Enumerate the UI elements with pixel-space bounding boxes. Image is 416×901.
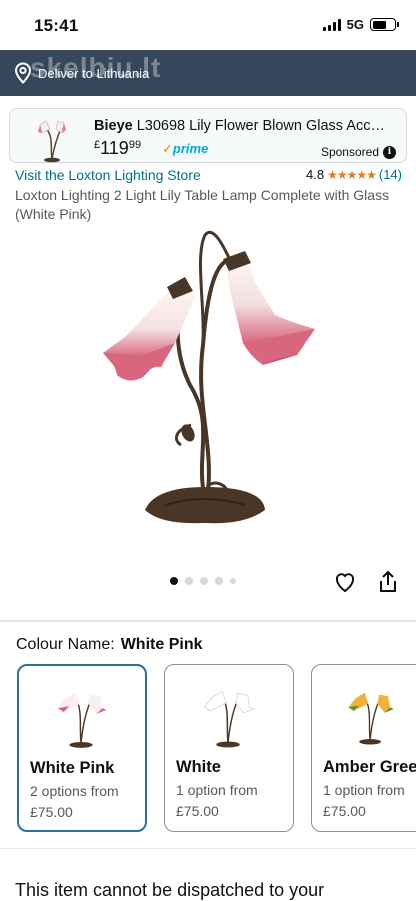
info-icon[interactable]: i: [383, 145, 396, 159]
swatch-lamp-image: [348, 692, 394, 745]
sponsored-text: Sponsored: [320, 145, 379, 159]
swatch-name: Amber Green: [323, 758, 416, 776]
carousel-dot[interactable]: [215, 577, 223, 585]
colour-label-text: Colour Name:: [16, 636, 115, 653]
colour-selected-value: White Pink: [120, 636, 203, 653]
sponsored-ad-card[interactable]: Bieye L30698 Lily Flower Blown Glass Acc…: [9, 108, 407, 163]
ad-title-text: L30698 Lily Flower Blown Glass Acc…: [132, 118, 385, 134]
location-pin-icon: [14, 62, 32, 84]
swatch-price: £75.00: [30, 804, 73, 820]
swatch-lamp-image: [57, 692, 107, 748]
ad-price-cents: 99: [128, 139, 142, 151]
star-rating-icon: ★★★★★: [327, 167, 377, 182]
ad-price: £11999: [94, 138, 141, 159]
product-title: Loxton Lighting 2 Light Lily Table Lamp …: [15, 187, 390, 222]
swatch-price: £75.00: [323, 803, 366, 819]
dispatch-notice: This item cannot be dispatched to your: [15, 880, 325, 900]
colour-name-label: Colour Name: White Pink: [16, 636, 202, 654]
battery-icon: [370, 18, 399, 31]
swatch-options-text: 2 options from: [30, 783, 119, 799]
colour-option-amber-green[interactable]: Amber Green 1 option from £75.00: [311, 664, 416, 832]
carousel-dot[interactable]: [200, 577, 208, 585]
rating-value: 4.8: [306, 167, 325, 182]
sponsored-label[interactable]: Sponsored i: [321, 145, 396, 159]
carousel-dot[interactable]: [170, 577, 178, 585]
swatch-options-text: 1 option from: [176, 782, 258, 798]
swatch-lamp-image: [203, 690, 255, 748]
colour-option-white-pink[interactable]: White Pink 2 options from £75.00: [17, 664, 147, 832]
prime-label: prime: [172, 141, 209, 156]
network-label: 5G: [346, 17, 364, 32]
ad-price-whole: 119: [100, 138, 129, 158]
store-link[interactable]: Visit the Loxton Lighting Store: [15, 167, 201, 183]
swatch-name: White: [176, 758, 221, 776]
share-icon[interactable]: [377, 570, 399, 594]
swatch-price: £75.00: [176, 803, 219, 819]
signal-icon: [322, 18, 341, 31]
prime-badge: ✓prime: [162, 141, 208, 157]
product-image[interactable]: [95, 225, 325, 535]
swatch-name: White Pink: [30, 759, 115, 777]
prime-check-icon: ✓: [162, 141, 173, 156]
ad-title[interactable]: Bieye L30698 Lily Flower Blown Glass Acc…: [94, 118, 400, 134]
swatch-options-text: 1 option from: [323, 782, 405, 798]
carousel-dot[interactable]: [185, 577, 193, 585]
rating-count[interactable]: (14): [379, 167, 402, 182]
status-indicators: 5G: [322, 17, 399, 32]
ad-lamp-thumbnail: [38, 120, 66, 163]
heart-icon[interactable]: [333, 570, 357, 594]
section-divider: [0, 848, 416, 849]
carousel-dot[interactable]: [230, 578, 236, 584]
rating-summary[interactable]: 4.8 ★★★★★ (14): [306, 167, 402, 182]
colour-option-white[interactable]: White 1 option from £75.00: [164, 664, 294, 832]
deliver-bar[interactable]: Deliver to Lithuania: [0, 50, 416, 96]
status-bar: 15:41 5G: [0, 0, 416, 50]
ad-brand: Bieye: [94, 118, 133, 134]
image-carousel-dots[interactable]: [170, 577, 236, 585]
section-divider: [0, 620, 416, 622]
status-time: 15:41: [34, 16, 79, 35]
deliver-label: Deliver to Lithuania: [38, 65, 150, 81]
